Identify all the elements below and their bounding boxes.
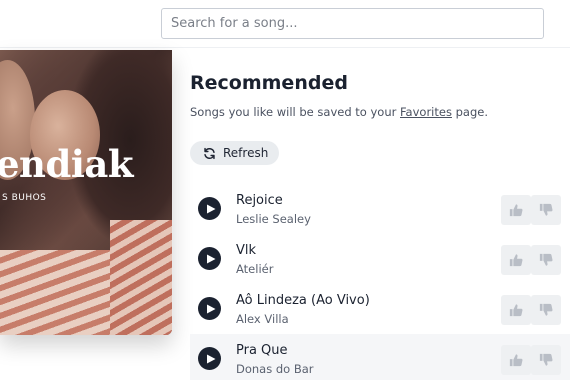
thumbs-up-icon [509, 204, 523, 217]
like-button[interactable] [501, 195, 531, 225]
song-artist: Donas do Bar [236, 362, 314, 376]
play-icon [206, 304, 215, 313]
song-title: Vlk [236, 243, 257, 258]
song-artist: Alex Villa [236, 312, 289, 326]
thumbs-up-icon [509, 254, 523, 267]
album-subtitle: S BUHOS [2, 193, 47, 203]
play-button[interactable] [198, 297, 221, 320]
dislike-button[interactable] [531, 245, 561, 275]
refresh-label: Refresh [223, 146, 269, 160]
description-suffix: page. [451, 105, 488, 119]
song-artist: Leslie Sealey [236, 212, 311, 226]
like-button[interactable] [501, 245, 531, 275]
song-row[interactable]: Vlk Ateliér [190, 234, 570, 284]
dislike-button[interactable] [531, 345, 561, 375]
artwork-striped-shirt-right [110, 220, 172, 335]
recommended-heading: Recommended [190, 72, 348, 94]
top-bar [0, 0, 570, 48]
play-icon [206, 204, 215, 213]
search-input[interactable] [161, 8, 544, 39]
album-artwork: endiak S BUHOS [0, 50, 172, 335]
play-icon [206, 354, 215, 363]
play-button[interactable] [198, 247, 221, 270]
play-icon [206, 254, 215, 263]
dislike-button[interactable] [531, 295, 561, 325]
song-title: Rejoice [236, 193, 283, 208]
description-prefix: Songs you like will be saved to your [190, 105, 400, 119]
thumbs-down-icon [539, 353, 553, 366]
play-button[interactable] [198, 347, 221, 370]
like-button[interactable] [501, 345, 531, 375]
song-title: Aô Lindeza (Ao Vivo) [236, 293, 370, 308]
thumbs-up-icon [509, 354, 523, 367]
recommended-description: Songs you like will be saved to your Fav… [190, 105, 488, 119]
song-artist: Ateliér [236, 262, 274, 276]
refresh-icon [204, 147, 215, 159]
refresh-button[interactable]: Refresh [190, 141, 279, 165]
song-row[interactable]: Rejoice Leslie Sealey [190, 184, 570, 234]
album-title: endiak [0, 142, 133, 186]
thumbs-down-icon [539, 303, 553, 316]
thumbs-up-icon [509, 304, 523, 317]
like-button[interactable] [501, 295, 531, 325]
dislike-button[interactable] [531, 195, 561, 225]
thumbs-down-icon [539, 253, 553, 266]
song-row[interactable]: Aô Lindeza (Ao Vivo) Alex Villa [190, 284, 570, 334]
song-row[interactable]: Pra Que Donas do Bar [190, 334, 570, 380]
play-button[interactable] [198, 197, 221, 220]
thumbs-down-icon [539, 203, 553, 216]
favorites-link[interactable]: Favorites [400, 105, 452, 119]
song-title: Pra Que [236, 343, 288, 358]
